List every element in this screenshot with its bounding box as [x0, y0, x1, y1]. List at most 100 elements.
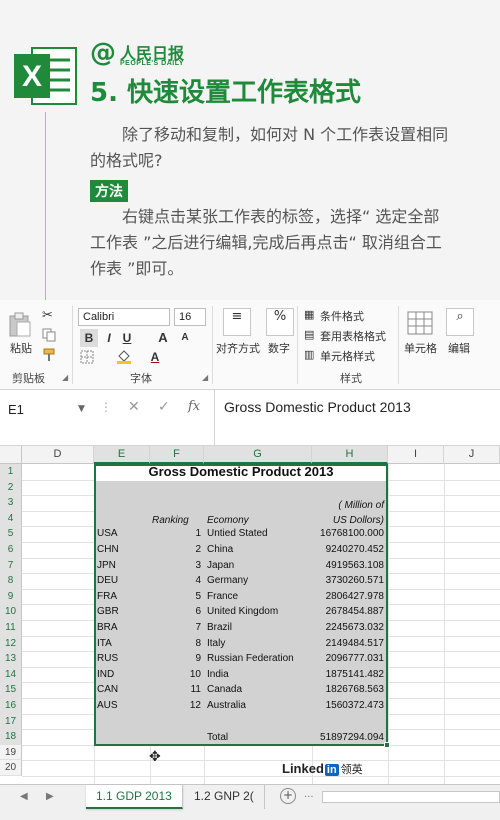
more-sheets-icon[interactable]: ... — [304, 789, 314, 800]
copy-icon[interactable] — [42, 328, 56, 342]
cell-country: France — [207, 590, 239, 602]
column-header[interactable]: F — [150, 446, 204, 464]
cell-gdp: 3730260.571 — [325, 575, 384, 587]
next-sheet-icon[interactable]: ▶ — [46, 791, 54, 802]
row-header[interactable]: 18 — [0, 729, 22, 745]
column-header[interactable]: J — [444, 446, 500, 464]
intro-paragraph: 除了移动和复制，如何对 N 个工作表设置相同的格式呢? — [90, 125, 449, 170]
ribbon-separator — [398, 306, 399, 384]
gridline — [444, 464, 445, 784]
cell-code: RUS — [97, 653, 119, 665]
cell-style-icon[interactable]: ▥ — [304, 348, 314, 361]
edit-button[interactable]: 编辑 — [448, 340, 470, 356]
function-icon[interactable]: fx — [188, 399, 200, 414]
cell-rank: 6 — [195, 606, 201, 618]
row-header[interactable]: 4 — [0, 510, 22, 527]
row-header[interactable]: 15 — [0, 682, 22, 698]
sheet-tab-gnp[interactable]: 1.2 GNP 2( — [184, 785, 265, 809]
gridline — [388, 464, 389, 784]
row-header[interactable]: 8 — [0, 573, 22, 589]
row-header[interactable]: 11 — [0, 620, 22, 636]
fill-handle[interactable] — [384, 742, 390, 748]
cell-style-button[interactable]: 单元格样式 — [320, 348, 375, 364]
cut-icon[interactable]: ✂ — [42, 308, 53, 323]
row-header[interactable]: 10 — [0, 604, 22, 620]
cell-gdp: 2806427.978 — [325, 590, 384, 602]
fill-color-icon[interactable] — [116, 350, 132, 364]
cell-country: Japan — [207, 559, 235, 571]
cell-code: CAN — [97, 684, 119, 696]
conditional-format-icon[interactable]: ▦ — [304, 308, 314, 321]
row-header[interactable]: 20 — [0, 760, 22, 776]
cells-button[interactable]: 单元格 — [404, 340, 437, 356]
row-header[interactable]: 3 — [0, 495, 22, 511]
chevron-down-icon[interactable]: ▼ — [78, 404, 85, 414]
table-title: Gross Domestic Product 2013 — [148, 464, 334, 479]
conditional-format-button[interactable]: 条件格式 — [320, 308, 364, 324]
font-launcher-icon[interactable]: ◢ — [202, 373, 208, 382]
spreadsheet-grid[interactable]: D E F G H I J 1 2 3 4 5 6 7 8 9 10 11 12 13 14 15 16 17 1… — [0, 446, 500, 784]
grow-font-button[interactable]: A — [154, 329, 172, 347]
column-header[interactable]: I — [388, 446, 444, 464]
cell-code: FRA — [97, 590, 117, 602]
cell-code: IND — [97, 668, 115, 680]
clipboard-group-label: 剪贴板 — [12, 372, 45, 385]
ribbon-separator — [212, 306, 213, 384]
cell-country: China — [207, 544, 234, 555]
font-size-select[interactable]: 16 — [174, 308, 206, 326]
bold-button[interactable]: B — [80, 329, 98, 347]
cell-gdp: 2678454.887 — [325, 606, 384, 618]
enter-icon[interactable]: ✓ — [158, 399, 170, 415]
cell-country: India — [207, 668, 229, 680]
row-header[interactable]: 6 — [0, 542, 22, 558]
percent-icon[interactable]: % — [266, 308, 294, 336]
borders-icon[interactable] — [80, 350, 94, 364]
font-name-select[interactable]: Calibri — [78, 308, 170, 326]
row-header[interactable]: 13 — [0, 651, 22, 667]
row-header[interactable]: 1 — [0, 464, 22, 480]
format-painter-icon[interactable] — [42, 348, 56, 362]
select-all-corner[interactable] — [0, 446, 22, 464]
paste-icon[interactable] — [8, 312, 32, 338]
prev-sheet-icon[interactable]: ◀ — [20, 791, 28, 802]
alignment-button[interactable]: 对齐方式 — [216, 340, 260, 356]
number-button[interactable]: 数字 — [268, 340, 290, 356]
italic-button[interactable]: I — [100, 329, 118, 347]
row-header[interactable]: 17 — [0, 713, 22, 730]
cancel-icon[interactable]: ✕ — [128, 399, 140, 415]
row-header[interactable]: 9 — [0, 588, 22, 605]
row-header[interactable]: 7 — [0, 557, 22, 574]
horizontal-scrollbar[interactable] — [322, 791, 500, 803]
underline-button[interactable]: U — [118, 329, 136, 347]
row-header[interactable]: 14 — [0, 666, 22, 683]
table-format-icon[interactable]: ▤ — [304, 328, 314, 341]
column-header[interactable]: H — [312, 446, 388, 464]
clipboard-launcher-icon[interactable]: ◢ — [62, 373, 68, 382]
paste-button[interactable]: 粘贴 — [10, 340, 32, 356]
cell-gdp: 2149484.517 — [325, 637, 384, 649]
column-header[interactable]: G — [204, 446, 312, 464]
sheet-tab-gdp[interactable]: 1.1 GDP 2013 — [86, 785, 183, 809]
row-header[interactable]: 16 — [0, 698, 22, 714]
row-header[interactable]: 2 — [0, 479, 22, 496]
shrink-font-button[interactable]: A — [176, 329, 194, 347]
column-header[interactable]: E — [94, 446, 150, 464]
cell-rank: 3 — [195, 559, 201, 571]
cell-gdp: 1560372.473 — [325, 700, 384, 711]
linkedin-in: in — [324, 764, 339, 776]
font-color-button[interactable]: A — [146, 348, 164, 366]
row-header[interactable]: 12 — [0, 635, 22, 652]
more-icon[interactable]: ⋮ — [100, 400, 112, 414]
linkedin-logo: Linked in 领英 — [282, 761, 363, 777]
add-sheet-icon[interactable]: + — [280, 788, 296, 804]
column-header[interactable]: D — [22, 446, 94, 464]
formula-input[interactable]: Gross Domestic Product 2013 — [224, 399, 411, 415]
row-header[interactable]: 5 — [0, 526, 22, 542]
cells-icon[interactable] — [406, 310, 434, 336]
cell-rank: 2 — [195, 544, 201, 555]
table-format-button[interactable]: 套用表格格式 — [320, 328, 386, 344]
alignment-icon[interactable]: ≡ — [223, 308, 251, 336]
row-header[interactable]: 19 — [0, 744, 22, 761]
brand-at: @ — [90, 38, 116, 68]
search-icon[interactable]: ⌕ — [446, 308, 474, 336]
